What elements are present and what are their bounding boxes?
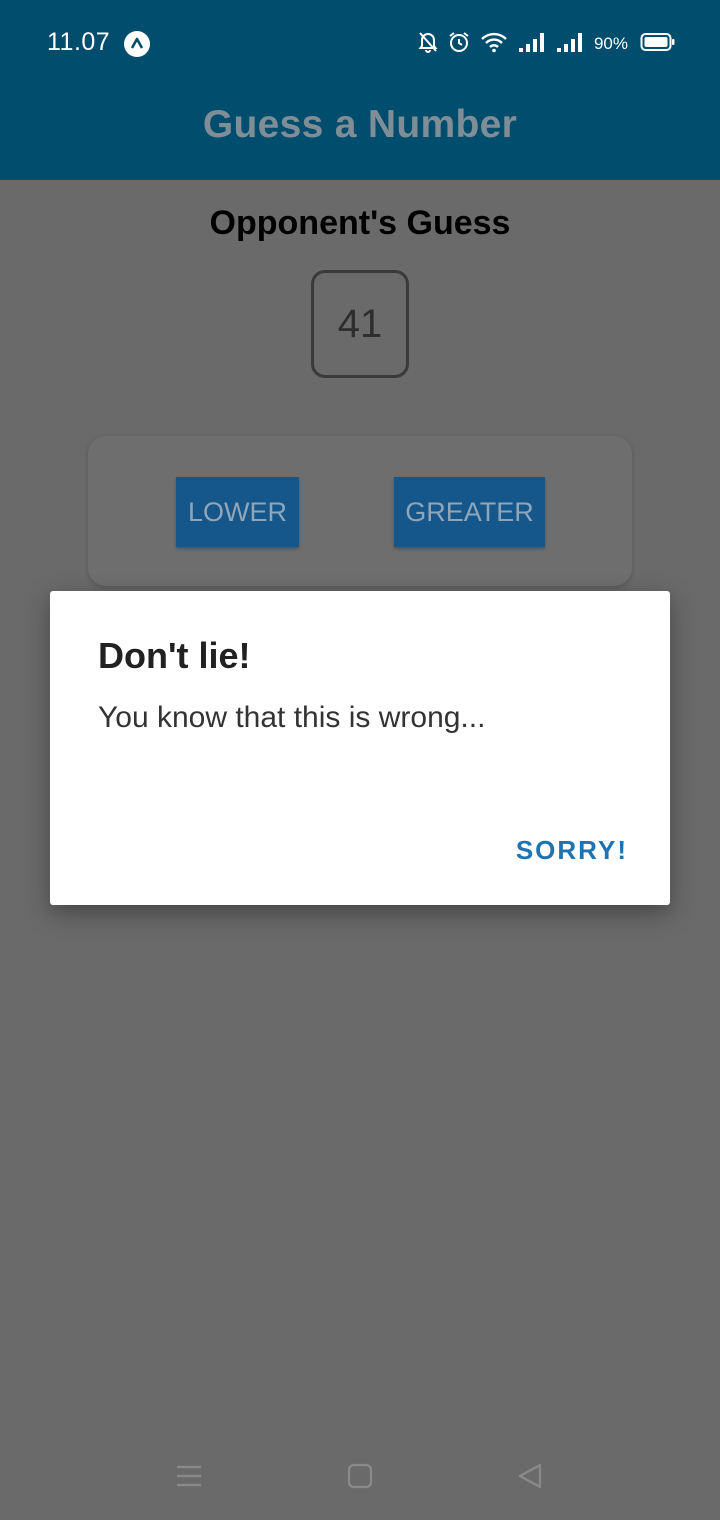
notifications-off-icon xyxy=(418,31,438,58)
app-header: Guess a Number xyxy=(0,88,720,180)
screen-heading: Opponent's Guess xyxy=(209,204,511,242)
guess-controls-card xyxy=(88,436,632,586)
battery-icon xyxy=(640,32,676,57)
home-icon[interactable] xyxy=(346,1462,374,1495)
app-title: Guess a Number xyxy=(202,103,518,146)
signal-1-icon xyxy=(518,31,546,58)
wifi-icon xyxy=(480,31,508,58)
opponent-guess-number: 41 xyxy=(311,270,409,378)
dialog-title: Don't lie! xyxy=(98,635,251,676)
status-icons: 90% xyxy=(418,30,676,58)
lower-button[interactable]: LOWER xyxy=(176,477,299,547)
signal-2-icon xyxy=(556,31,584,58)
back-icon[interactable] xyxy=(516,1462,544,1495)
battery-percent: 90% xyxy=(593,34,628,53)
system-nav-bar xyxy=(0,1440,720,1520)
menu-icon[interactable] xyxy=(175,1462,203,1495)
greater-button[interactable]: GREATER xyxy=(394,477,545,547)
alert-dialog: Don't lie! You know that this is wrong..… xyxy=(50,591,670,905)
dialog-message: You know that this is wrong... xyxy=(98,701,486,734)
sorry-button[interactable]: SORRY! xyxy=(516,835,628,866)
alarm-icon xyxy=(448,31,470,58)
status-bar: 11.07 90% xyxy=(0,0,720,88)
status-time: 11.07 xyxy=(47,28,111,56)
app-badge-icon xyxy=(124,31,150,57)
